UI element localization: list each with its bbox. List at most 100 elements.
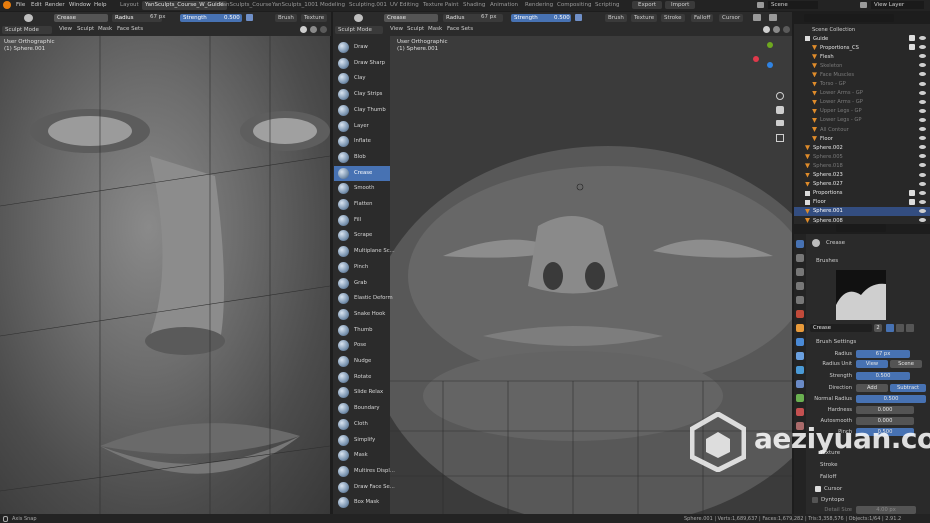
- workspace-tab-uv-editing[interactable]: UV Editing: [390, 2, 419, 8]
- workspace-tab-scripting[interactable]: Scripting: [595, 2, 619, 8]
- outliner-item[interactable]: Torso - GP: [794, 80, 930, 89]
- render-tab-icon[interactable]: [796, 254, 804, 262]
- modifier-tab-icon[interactable]: [796, 338, 804, 346]
- workspace-tab-rendering[interactable]: Rendering: [525, 2, 553, 8]
- normal-radius-field[interactable]: 0.500: [856, 395, 926, 403]
- outliner-item[interactable]: Sphere.002: [794, 143, 930, 152]
- tool-clay[interactable]: Clay: [334, 71, 390, 86]
- tool-mask[interactable]: Mask: [334, 448, 390, 463]
- mask-menu[interactable]: Mask: [98, 26, 112, 32]
- scene-collection-row[interactable]: Scene Collection: [794, 25, 930, 34]
- texture-menu[interactable]: Texture: [301, 14, 328, 22]
- tool-layer[interactable]: Layer: [334, 119, 390, 134]
- tool-grab[interactable]: Grab: [334, 276, 390, 291]
- brush-users-count[interactable]: 2: [874, 324, 882, 332]
- shading-solid-icon[interactable]: [300, 26, 307, 33]
- left-viewport[interactable]: User Orthographic (1) Sphere.001: [0, 36, 330, 514]
- workspace-tab-modeling[interactable]: Modeling: [320, 2, 345, 8]
- output-tab-icon[interactable]: [796, 268, 804, 276]
- duplicate-brush-icon[interactable]: [896, 324, 904, 332]
- view-layer-selector[interactable]: View Layer: [871, 1, 925, 9]
- direction-add[interactable]: Add: [856, 384, 888, 392]
- outliner-item[interactable]: Sphere.018: [794, 161, 930, 170]
- direction-subtract[interactable]: Subtract: [890, 384, 926, 392]
- object-tab-icon[interactable]: [796, 324, 804, 332]
- workspace-tab-1001[interactable]: YanSculpts_1001: [272, 2, 318, 8]
- zoom-icon[interactable]: [776, 92, 784, 100]
- outliner-item[interactable]: Guide: [794, 34, 930, 43]
- brush-menu[interactable]: Brush: [275, 14, 297, 22]
- visibility-eye-icon[interactable]: [919, 90, 926, 96]
- falloff-section[interactable]: Falloff: [806, 472, 930, 482]
- menu-window[interactable]: Window: [69, 2, 91, 8]
- export-button[interactable]: Export: [632, 1, 663, 9]
- tool-scrape[interactable]: Scrape: [334, 228, 390, 243]
- scene-tab-icon[interactable]: [796, 296, 804, 304]
- visibility-eye-icon[interactable]: [919, 108, 926, 114]
- exclude-checkbox[interactable]: [909, 198, 915, 205]
- tool-box-mask[interactable]: Box Mask: [334, 495, 390, 510]
- tool-draw-face-se[interactable]: Draw Face Se...: [334, 480, 395, 495]
- unlink-brush-icon[interactable]: [906, 324, 914, 332]
- workspace-tab-compositing[interactable]: Compositing: [557, 2, 591, 8]
- visibility-eye-icon[interactable]: [919, 81, 926, 87]
- outliner-item[interactable]: Proportions: [794, 189, 930, 198]
- tool-clay-strips[interactable]: Clay Strips: [334, 87, 390, 102]
- detail-size-field[interactable]: 4.00 px: [856, 506, 916, 514]
- shading-material-icon[interactable]: [773, 26, 780, 33]
- workspace-tab-sculpting[interactable]: Sculpting.001: [349, 2, 387, 8]
- visibility-eye-icon[interactable]: [919, 71, 926, 77]
- world-tab-icon[interactable]: [796, 310, 804, 318]
- menu-help[interactable]: Help: [94, 2, 107, 8]
- radius-value[interactable]: 67 px: [150, 14, 166, 20]
- visibility-eye-icon[interactable]: [919, 217, 926, 223]
- brush-preview-icon[interactable]: [354, 14, 363, 22]
- tool-blob[interactable]: Blob: [334, 150, 390, 165]
- brush-name-field[interactable]: Crease: [384, 14, 438, 22]
- view-layer-tab-icon[interactable]: [796, 282, 804, 290]
- constraints-tab-icon[interactable]: [796, 380, 804, 388]
- face-sets-menu[interactable]: Face Sets: [447, 26, 473, 32]
- workspace-tab-shading[interactable]: Shading: [463, 2, 485, 8]
- outliner-item[interactable]: Lower Arms - GP: [794, 98, 930, 107]
- tool-crease[interactable]: Crease: [334, 165, 390, 181]
- outliner-item[interactable]: Proportions_CS: [794, 43, 930, 52]
- brush-settings-section[interactable]: Brush Settings: [806, 337, 930, 347]
- tool-tab-icon[interactable]: [796, 240, 804, 248]
- strength-field[interactable]: Strength 0.500: [180, 14, 242, 22]
- cursor-checkbox[interactable]: [815, 486, 821, 492]
- properties-search[interactable]: [836, 224, 886, 232]
- particles-tab-icon[interactable]: [796, 352, 804, 360]
- fake-user-icon[interactable]: [886, 324, 894, 332]
- tool-pose[interactable]: Pose: [334, 338, 390, 353]
- radius-unit-scene[interactable]: Scene: [890, 360, 922, 368]
- menu-render[interactable]: Render: [45, 2, 65, 8]
- visibility-eye-icon[interactable]: [919, 199, 926, 205]
- visibility-eye-icon[interactable]: [919, 53, 926, 59]
- radius-unit-view[interactable]: View: [856, 360, 888, 368]
- gizmo-z-icon[interactable]: [767, 62, 773, 68]
- tool-rotate[interactable]: Rotate: [334, 370, 390, 385]
- tool-clay-thumb[interactable]: Clay Thumb: [334, 103, 390, 118]
- gizmo-x-icon[interactable]: [753, 56, 759, 62]
- import-button[interactable]: Import: [665, 1, 696, 9]
- visibility-eye-icon[interactable]: [919, 35, 926, 41]
- shading-render-icon[interactable]: [783, 26, 790, 33]
- falloff-menu[interactable]: Falloff: [691, 14, 714, 22]
- outliner-item[interactable]: Flesh: [794, 52, 930, 61]
- face-sets-menu[interactable]: Face Sets: [117, 26, 143, 32]
- sculpt-menu[interactable]: Sculpt: [407, 26, 424, 32]
- tool-slide-relax[interactable]: Slide Relax: [334, 385, 390, 400]
- tool-snake-hook[interactable]: Snake Hook: [334, 307, 390, 322]
- brush-menu[interactable]: Brush: [605, 14, 627, 22]
- navigation-gizmo[interactable]: [751, 40, 787, 76]
- visibility-eye-icon[interactable]: [919, 44, 926, 50]
- outliner-item[interactable]: All Contour: [794, 125, 930, 134]
- workspace-tab-texture-paint[interactable]: Texture Paint: [423, 2, 459, 8]
- outliner-item[interactable]: Sphere.027: [794, 180, 930, 189]
- dyntopo-checkbox[interactable]: [812, 497, 818, 503]
- visibility-eye-icon[interactable]: [919, 181, 926, 187]
- data-tab-icon[interactable]: [796, 394, 804, 402]
- tool-multires-displ[interactable]: Multires Displ...: [334, 464, 395, 479]
- visibility-eye-icon[interactable]: [919, 153, 926, 159]
